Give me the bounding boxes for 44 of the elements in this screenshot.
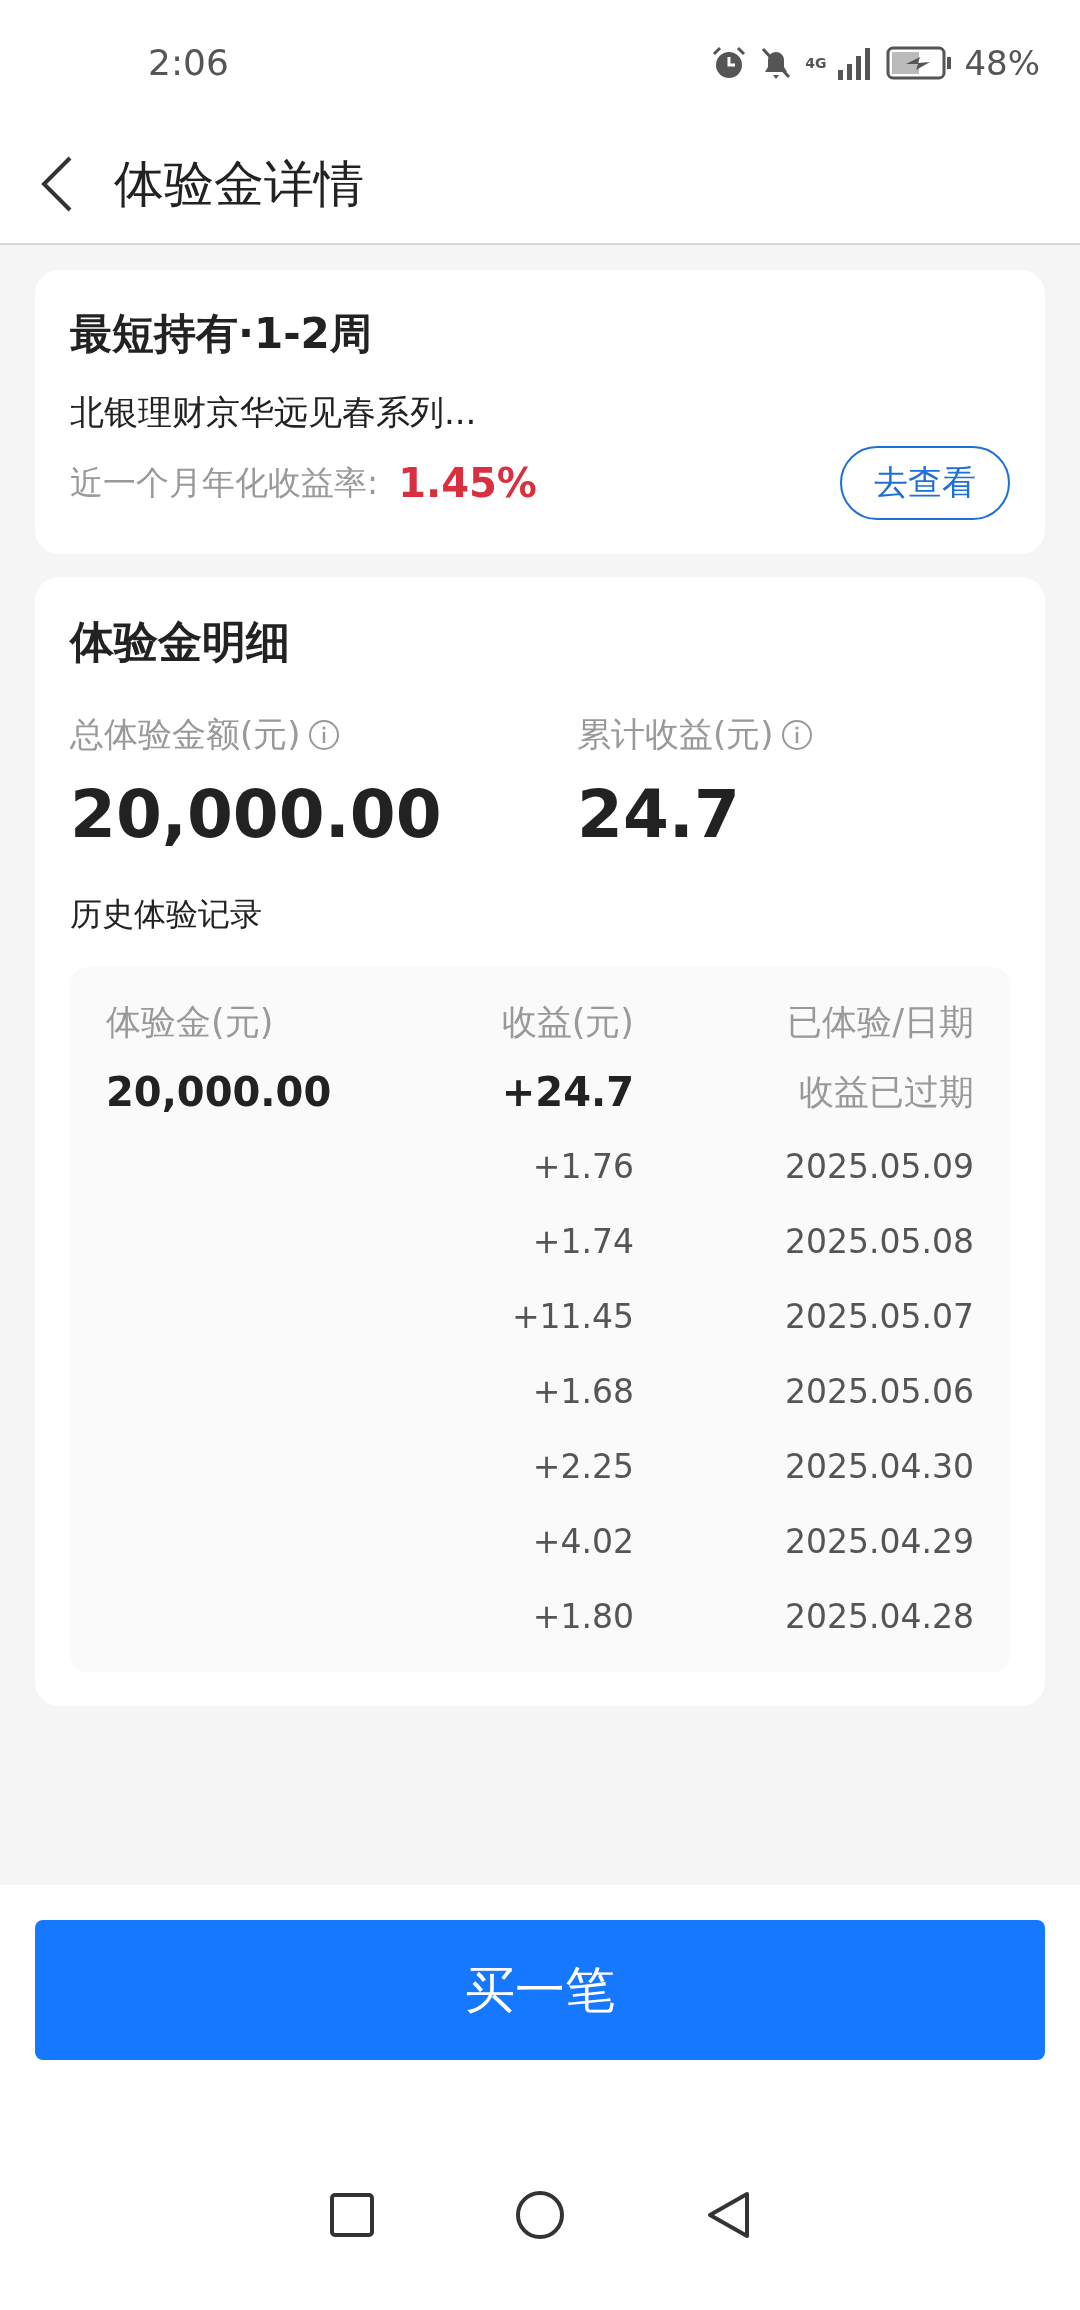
table-cell-text: 20,000.00 [106,1068,333,1117]
view-button[interactable]: 去查看 [840,446,1010,520]
info-icon[interactable] [306,718,341,752]
rate-value: 1.45% [398,460,538,506]
table-cell-text: 2025.04.29 [784,1521,974,1563]
table-cell-text: +1.74 [531,1221,634,1263]
network-label: 4G [805,55,827,70]
page-title: 体验金详情 [114,153,364,215]
history-title: 历史体验记录 [70,894,263,935]
table-cell-text: +4.02 [531,1521,634,1563]
status-time: 2:06 [148,42,230,83]
back-icon[interactable] [705,2190,751,2240]
table-cell-text: +2.25 [531,1446,634,1488]
column-header: 已体验/日期 [786,1000,974,1044]
table-cell-text: 收益已过期 [798,1070,974,1114]
table-cell-text: 2025.05.08 [784,1221,974,1263]
column-header: 体验金(元) [106,1000,275,1044]
stat-label: 累计收益(元) [577,713,774,756]
back-icon[interactable] [40,155,74,213]
table-cell-text: +24.7 [500,1068,634,1117]
info-icon[interactable] [779,718,814,752]
battery-icon [886,45,953,80]
table-cell-text: 2025.05.07 [784,1296,974,1338]
table-cell-text: +1.68 [531,1371,634,1413]
stat-label: 总体验金额(元) [70,713,301,756]
alarm-icon [711,44,748,81]
home-icon[interactable] [515,2190,565,2240]
buy-button[interactable]: 买一笔 [35,1920,1045,2060]
stat-value: 20,000.00 [70,776,443,853]
table-cell-text: +11.45 [510,1296,634,1338]
column-header: 收益(元) [500,1000,634,1044]
table-cell-text: 2025.04.28 [784,1596,974,1638]
stat-value: 24.7 [577,776,741,853]
rate-label: 近一个月年化收益率: [70,461,379,504]
detail-title: 体验金明细 [70,615,291,669]
table-cell-text: +1.80 [531,1596,634,1638]
table-cell-text: 2025.04.30 [784,1446,974,1488]
table-cell-text: 2025.05.09 [784,1146,974,1188]
table-cell-text: 2025.05.06 [784,1371,974,1413]
table-cell-text: +1.76 [531,1146,634,1188]
battery-percent: 48% [964,42,1040,83]
product-name: 北银理财京华远见春系列... [70,391,478,434]
product-term: 最短持有·1-2周 [70,308,373,360]
recents-icon[interactable] [329,2192,375,2238]
